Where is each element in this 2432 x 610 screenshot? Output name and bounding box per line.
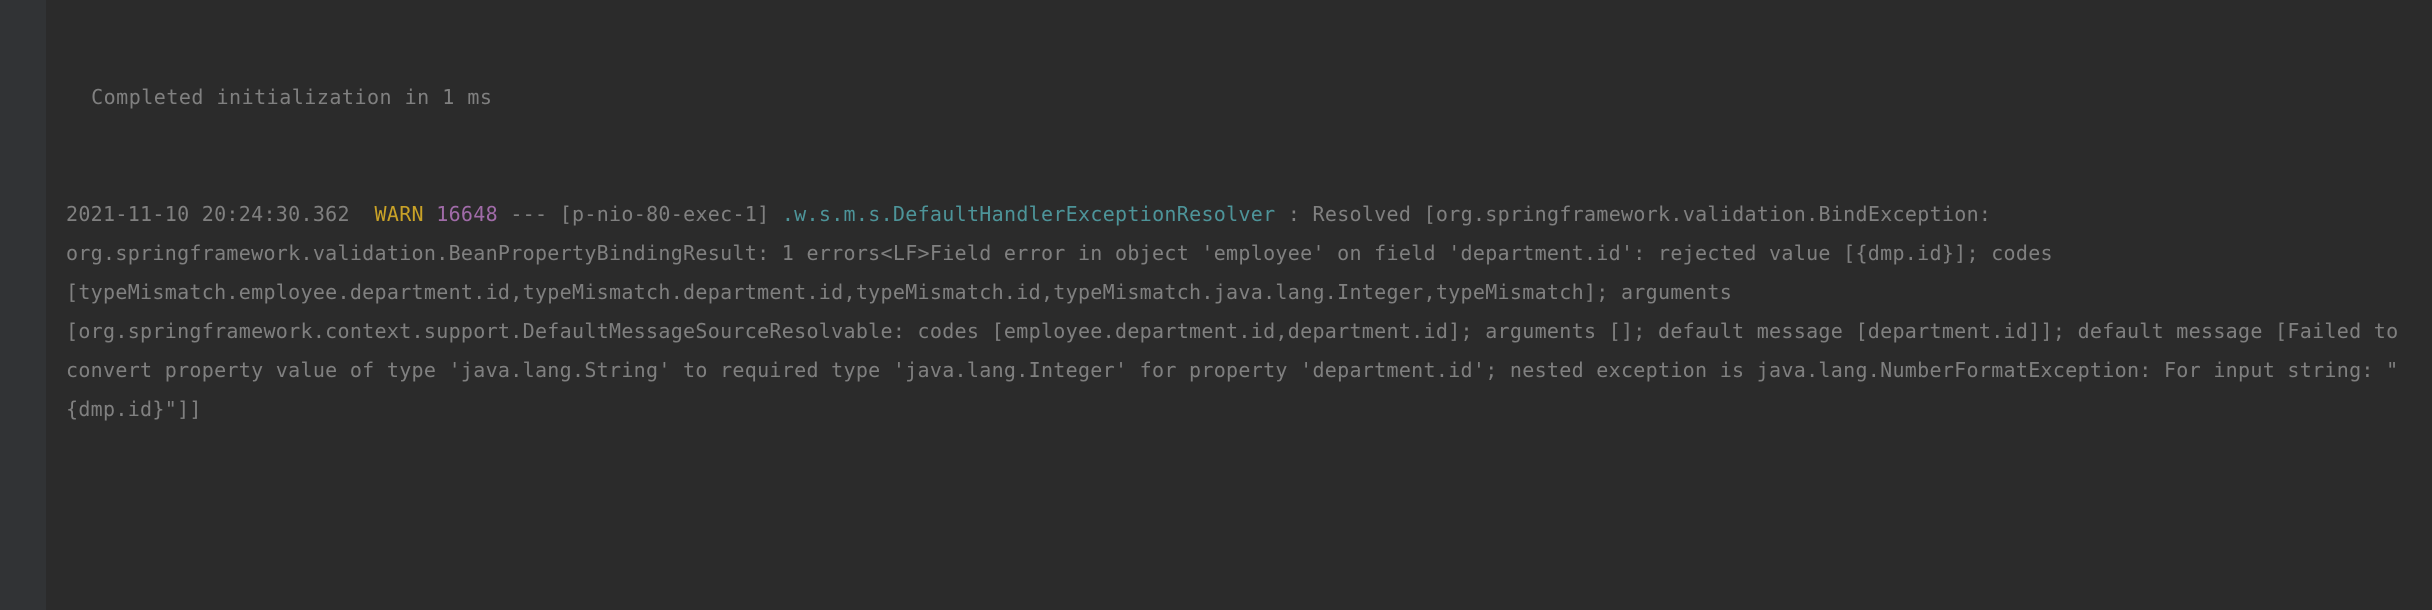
log-logger-name: .w.s.m.s.DefaultHandlerExceptionResolver	[782, 202, 1276, 226]
log-separator: ---	[510, 202, 547, 226]
log-colon: :	[1288, 202, 1300, 226]
console-gutter	[0, 0, 46, 610]
log-cursor-line	[66, 507, 2424, 509]
log-timestamp: 2021-11-10 20:24:30.362	[66, 202, 350, 226]
log-level: WARN	[375, 202, 424, 226]
log-output-panel[interactable]: Completed initialization in 1 ms 2021-11…	[46, 0, 2432, 610]
log-line-partial: Completed initialization in 1 ms	[66, 78, 2424, 117]
log-pid: 16648	[436, 202, 498, 226]
console-container: Completed initialization in 1 ms 2021-11…	[0, 0, 2432, 610]
log-line-entry: 2021-11-10 20:24:30.362 WARN 16648 --- […	[66, 195, 2424, 429]
log-thread: [p-nio-80-exec-1]	[560, 202, 770, 226]
log-message: Resolved [org.springframework.validation…	[66, 202, 2411, 421]
